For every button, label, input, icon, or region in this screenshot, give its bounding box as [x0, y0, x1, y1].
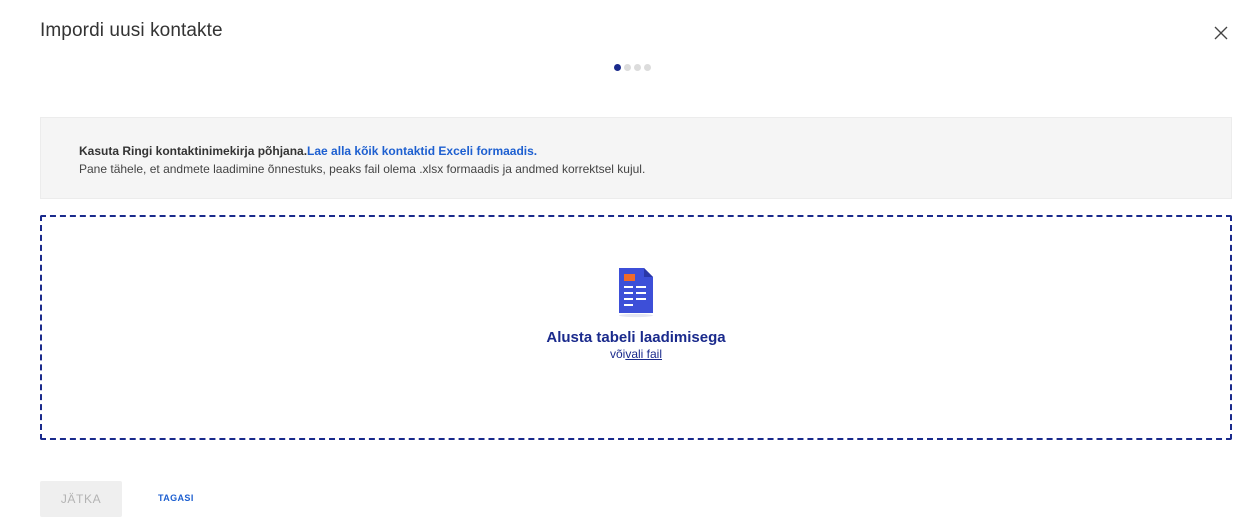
info-box: Kasuta Ringi kontaktinimekirja põhjana.L…	[40, 117, 1232, 199]
import-contacts-dialog: Impordi uusi kontakte Kasuta Ringi konta…	[0, 0, 1256, 517]
step-dot-3	[634, 64, 641, 71]
choose-file-link[interactable]: vali fail	[625, 347, 662, 361]
step-dot-2	[624, 64, 631, 71]
back-button[interactable]: TAGASI	[158, 493, 194, 503]
continue-button[interactable]: JÄTKA	[40, 481, 122, 517]
step-dot-4	[644, 64, 651, 71]
dropzone-subtitle: võivali fail	[610, 347, 662, 361]
info-note-text: Pane tähele, et andmete laadimine õnnest…	[79, 162, 646, 176]
step-dot-1	[614, 64, 621, 71]
close-icon	[1214, 26, 1228, 40]
close-button[interactable]	[1206, 18, 1236, 48]
info-intro-text: Kasuta Ringi kontaktinimekirja põhjana.	[79, 144, 308, 158]
info-line-1: Kasuta Ringi kontaktinimekirja põhjana.L…	[79, 142, 1231, 160]
file-dropzone[interactable]: Alusta tabeli laadimisega võivali fail	[40, 215, 1232, 440]
download-contacts-link[interactable]: Lae alla kõik kontaktid Exceli formaadis…	[307, 144, 537, 158]
dropzone-title: Alusta tabeli laadimisega	[546, 329, 726, 346]
or-text: või	[609, 347, 626, 361]
document-icon	[619, 268, 653, 318]
dialog-title: Impordi uusi kontakte	[40, 20, 223, 41]
step-indicator	[614, 64, 651, 71]
